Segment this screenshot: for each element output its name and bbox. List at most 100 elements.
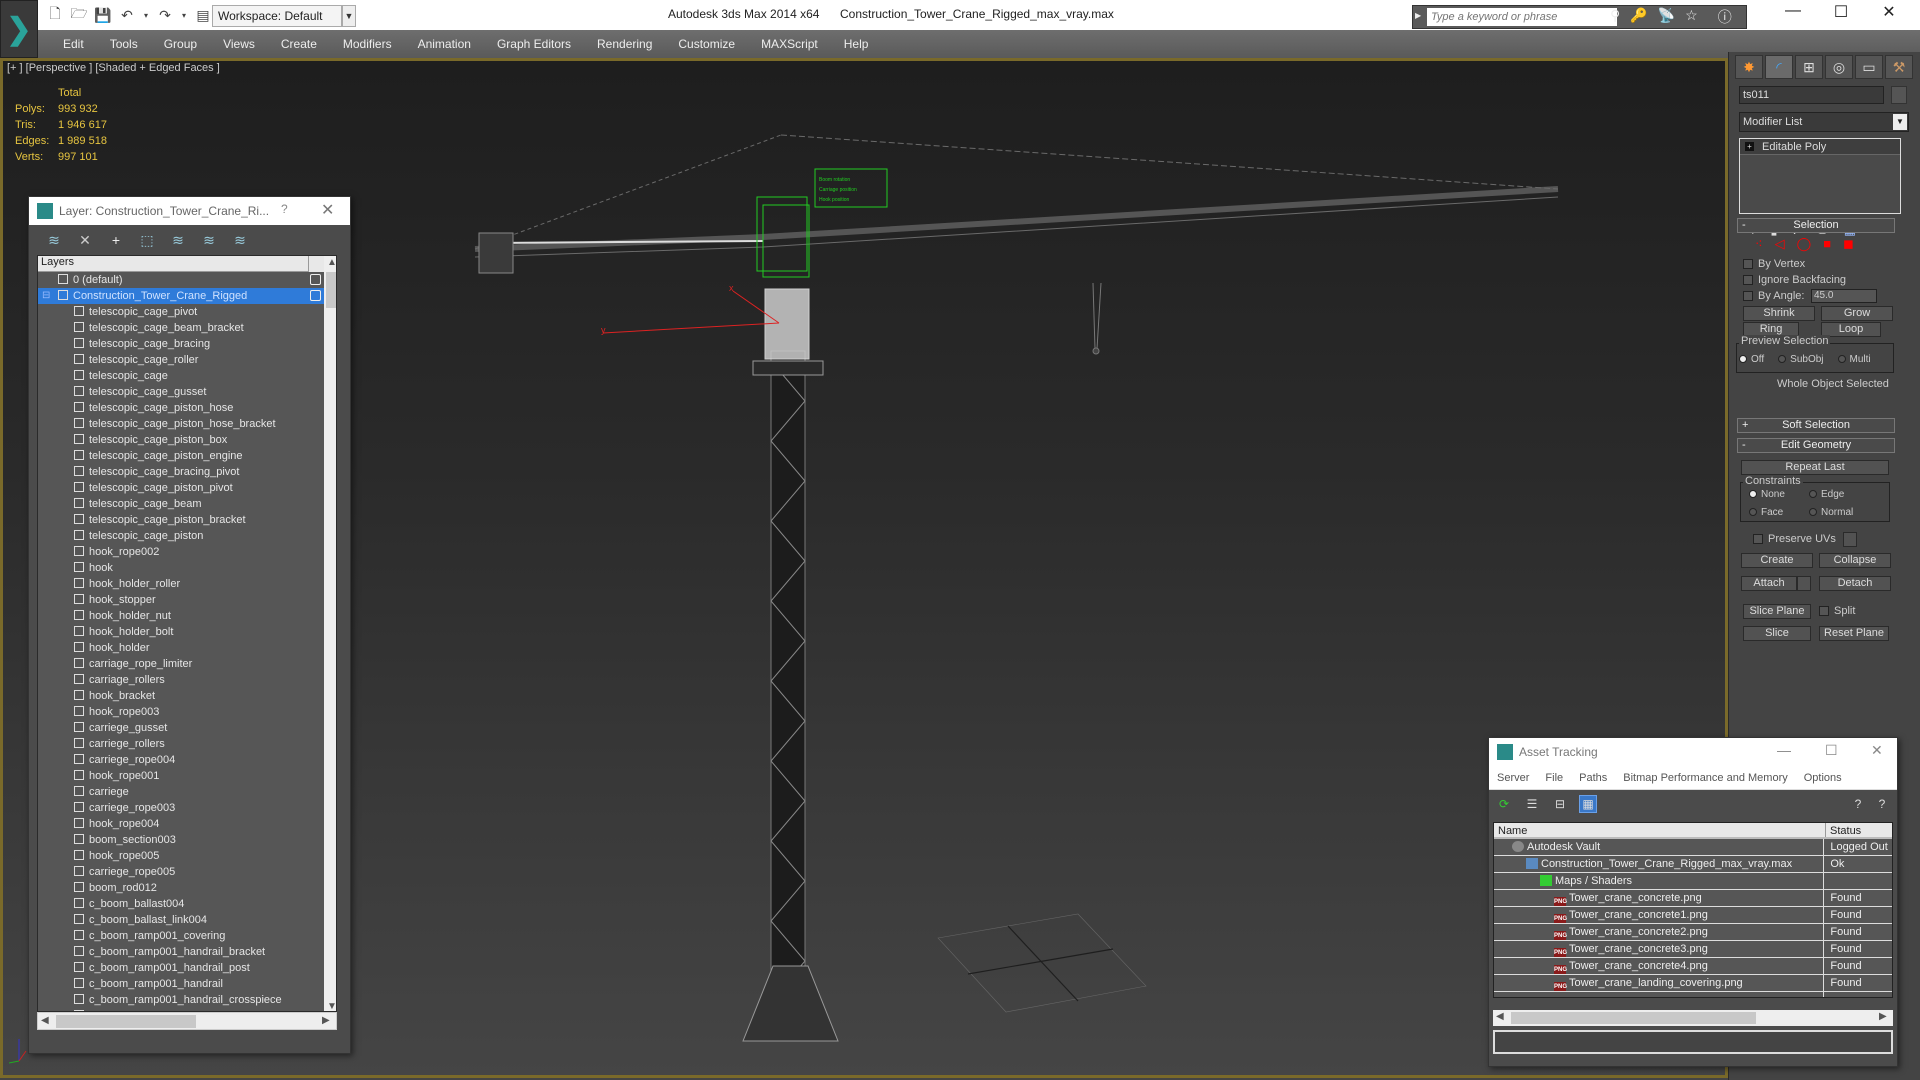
- maximize-button[interactable]: ☐: [1825, 742, 1838, 759]
- layer-row[interactable]: 0 (default): [38, 272, 324, 288]
- repeat-last-button[interactable]: Repeat Last: [1741, 460, 1889, 475]
- slice-button[interactable]: Slice: [1743, 626, 1811, 641]
- object-row[interactable]: carriege_rope005: [38, 864, 324, 880]
- soft-selection-rollout-header[interactable]: + Soft Selection: [1737, 418, 1895, 433]
- asset-row[interactable]: PNG Tower_crane_landing_covering.png Found: [1494, 975, 1892, 992]
- new-file-icon[interactable]: 🗋: [46, 5, 64, 24]
- layer-row[interactable]: ⊟ Construction_Tower_Crane_Rigged: [38, 288, 324, 304]
- scroll-down-icon[interactable]: ▼: [327, 1001, 336, 1011]
- satellite-icon[interactable]: 📡: [1658, 7, 1675, 27]
- object-row[interactable]: carriage_rope_limiter: [38, 656, 324, 672]
- element-level-icon[interactable]: ◼: [1843, 236, 1854, 252]
- preview-multi-radio[interactable]: Multi: [1837, 354, 1871, 365]
- menu-bitmap-performance[interactable]: Bitmap Performance and Memory: [1615, 772, 1795, 784]
- stack-item-editable-poly[interactable]: + Editable Poly: [1740, 139, 1900, 155]
- object-row[interactable]: carriege_gusset: [38, 720, 324, 736]
- menu-group[interactable]: Group: [151, 37, 210, 51]
- object-row[interactable]: telescopic_cage_piston_box: [38, 432, 324, 448]
- list-view-icon[interactable]: ☰: [1523, 795, 1541, 813]
- chevron-down-icon[interactable]: ▼: [1893, 114, 1907, 130]
- menu-graph-editors[interactable]: Graph Editors: [484, 37, 584, 51]
- selection-rollout-header[interactable]: - Selection: [1737, 218, 1895, 233]
- help-button[interactable]: ?: [281, 202, 288, 216]
- asset-row[interactable]: Autodesk Vault Logged Out: [1494, 839, 1892, 856]
- object-row[interactable]: boom_rod012: [38, 880, 324, 896]
- object-row[interactable]: c_boom_ramp001_handrail_bracket: [38, 944, 324, 960]
- visibility-toggle[interactable]: [310, 274, 321, 285]
- object-row[interactable]: hook_rope005: [38, 848, 324, 864]
- object-row[interactable]: telescopic_cage_bracing: [38, 336, 324, 352]
- by-vertex-checkbox[interactable]: By Vertex: [1743, 258, 1805, 270]
- vertical-scrollbar[interactable]: ▲ ▼: [324, 256, 336, 1011]
- object-row[interactable]: telescopic_cage_bracing_pivot: [38, 464, 324, 480]
- highlight-layer-icon[interactable]: ≋: [169, 231, 187, 249]
- asset-row[interactable]: PNG Tower_crane_concrete1.png Found: [1494, 907, 1892, 924]
- attach-button[interactable]: Attach: [1741, 576, 1797, 591]
- create-tab-icon[interactable]: ✸: [1735, 55, 1763, 79]
- ignore-backfacing-checkbox[interactable]: Ignore Backfacing: [1743, 274, 1846, 286]
- preview-subobj-radio[interactable]: SubObj: [1778, 354, 1824, 365]
- viewport-label[interactable]: [+ ] [Perspective ] [Shaded + Edged Face…: [7, 62, 220, 74]
- menu-create[interactable]: Create: [268, 37, 330, 51]
- scroll-right-icon[interactable]: ▶: [1879, 1011, 1887, 1022]
- scroll-thumb[interactable]: [56, 1015, 196, 1028]
- scroll-left-icon[interactable]: ◀: [41, 1015, 49, 1026]
- object-row[interactable]: c_boom_ramp001_covering: [38, 928, 324, 944]
- scroll-left-icon[interactable]: ◀: [1496, 1011, 1504, 1022]
- object-name-field[interactable]: [1739, 86, 1884, 104]
- application-menu-button[interactable]: ❯: [0, 0, 38, 58]
- menu-help[interactable]: Help: [831, 37, 882, 51]
- undo-dropdown-icon[interactable]: ▾: [142, 6, 150, 24]
- object-row[interactable]: hook_bracket: [38, 688, 324, 704]
- menu-file[interactable]: File: [1537, 772, 1571, 784]
- qat-customize-icon[interactable]: ▼: [342, 5, 356, 27]
- by-angle-checkbox[interactable]: By Angle:: [1743, 290, 1804, 302]
- object-row[interactable]: boom_section003: [38, 832, 324, 848]
- object-row[interactable]: hook_holder: [38, 640, 324, 656]
- asset-row[interactable]: PNG Tower_crane_concrete.png Found: [1494, 890, 1892, 907]
- hide-all-layers-icon[interactable]: ≋: [200, 231, 218, 249]
- scroll-up-icon[interactable]: ▲: [327, 257, 336, 268]
- edge-level-icon[interactable]: ◁: [1775, 236, 1785, 252]
- object-row[interactable]: telescopic_cage_beam: [38, 496, 324, 512]
- object-row[interactable]: telescopic_cage_roller: [38, 352, 324, 368]
- split-checkbox[interactable]: Split: [1819, 605, 1855, 617]
- help-offline-icon[interactable]: ?: [1873, 795, 1891, 813]
- open-file-icon[interactable]: 🗁: [70, 5, 88, 24]
- scroll-thumb[interactable]: [1511, 1012, 1756, 1024]
- display-tab-icon[interactable]: ▭: [1855, 55, 1883, 79]
- vertex-level-icon[interactable]: ⁖: [1755, 236, 1763, 252]
- binoculars-icon[interactable]: ⚲: [1610, 7, 1620, 27]
- constraint-normal-radio[interactable]: Normal: [1809, 507, 1853, 518]
- minimize-button[interactable]: —: [1770, 2, 1816, 20]
- freeze-all-layers-icon[interactable]: ≋: [231, 231, 249, 249]
- menu-tools[interactable]: Tools: [97, 37, 151, 51]
- search-input[interactable]: [1427, 8, 1617, 26]
- menu-paths[interactable]: Paths: [1571, 772, 1615, 784]
- close-button[interactable]: ✕: [321, 200, 334, 220]
- preview-off-radio[interactable]: Off: [1739, 354, 1764, 365]
- object-row[interactable]: c_boom_ramp001_handrail: [38, 976, 324, 992]
- hierarchy-tab-icon[interactable]: ⊞: [1795, 55, 1823, 79]
- object-row[interactable]: hook_holder_roller: [38, 576, 324, 592]
- object-row[interactable]: telescopic_cage_pivot: [38, 304, 324, 320]
- object-row[interactable]: c_boom_ballast004: [38, 896, 324, 912]
- detach-button[interactable]: Detach: [1819, 576, 1891, 591]
- expand-arrow-icon[interactable]: ▶: [1415, 11, 1421, 20]
- menu-maxscript[interactable]: MAXScript: [748, 37, 831, 51]
- object-row[interactable]: carriege_rope004: [38, 752, 324, 768]
- star-icon[interactable]: ☆: [1685, 7, 1698, 27]
- create-button[interactable]: Create: [1741, 553, 1813, 568]
- object-row[interactable]: telescopic_cage_piston_bracket: [38, 512, 324, 528]
- constraint-face-radio[interactable]: Face: [1749, 507, 1783, 518]
- expand-icon[interactable]: +: [1745, 142, 1754, 151]
- close-button[interactable]: ✕: [1866, 2, 1912, 22]
- object-row[interactable]: carriege: [38, 784, 324, 800]
- object-row[interactable]: hook_rope002: [38, 544, 324, 560]
- grow-button[interactable]: Grow: [1821, 306, 1893, 321]
- status-column-header[interactable]: Status: [1826, 823, 1861, 837]
- collapse-button[interactable]: Collapse: [1819, 553, 1891, 568]
- asset-row[interactable]: Maps / Shaders: [1494, 873, 1892, 890]
- object-row[interactable]: telescopic_cage_piston_hose_bracket: [38, 416, 324, 432]
- preserve-uvs-settings-button[interactable]: [1843, 532, 1857, 547]
